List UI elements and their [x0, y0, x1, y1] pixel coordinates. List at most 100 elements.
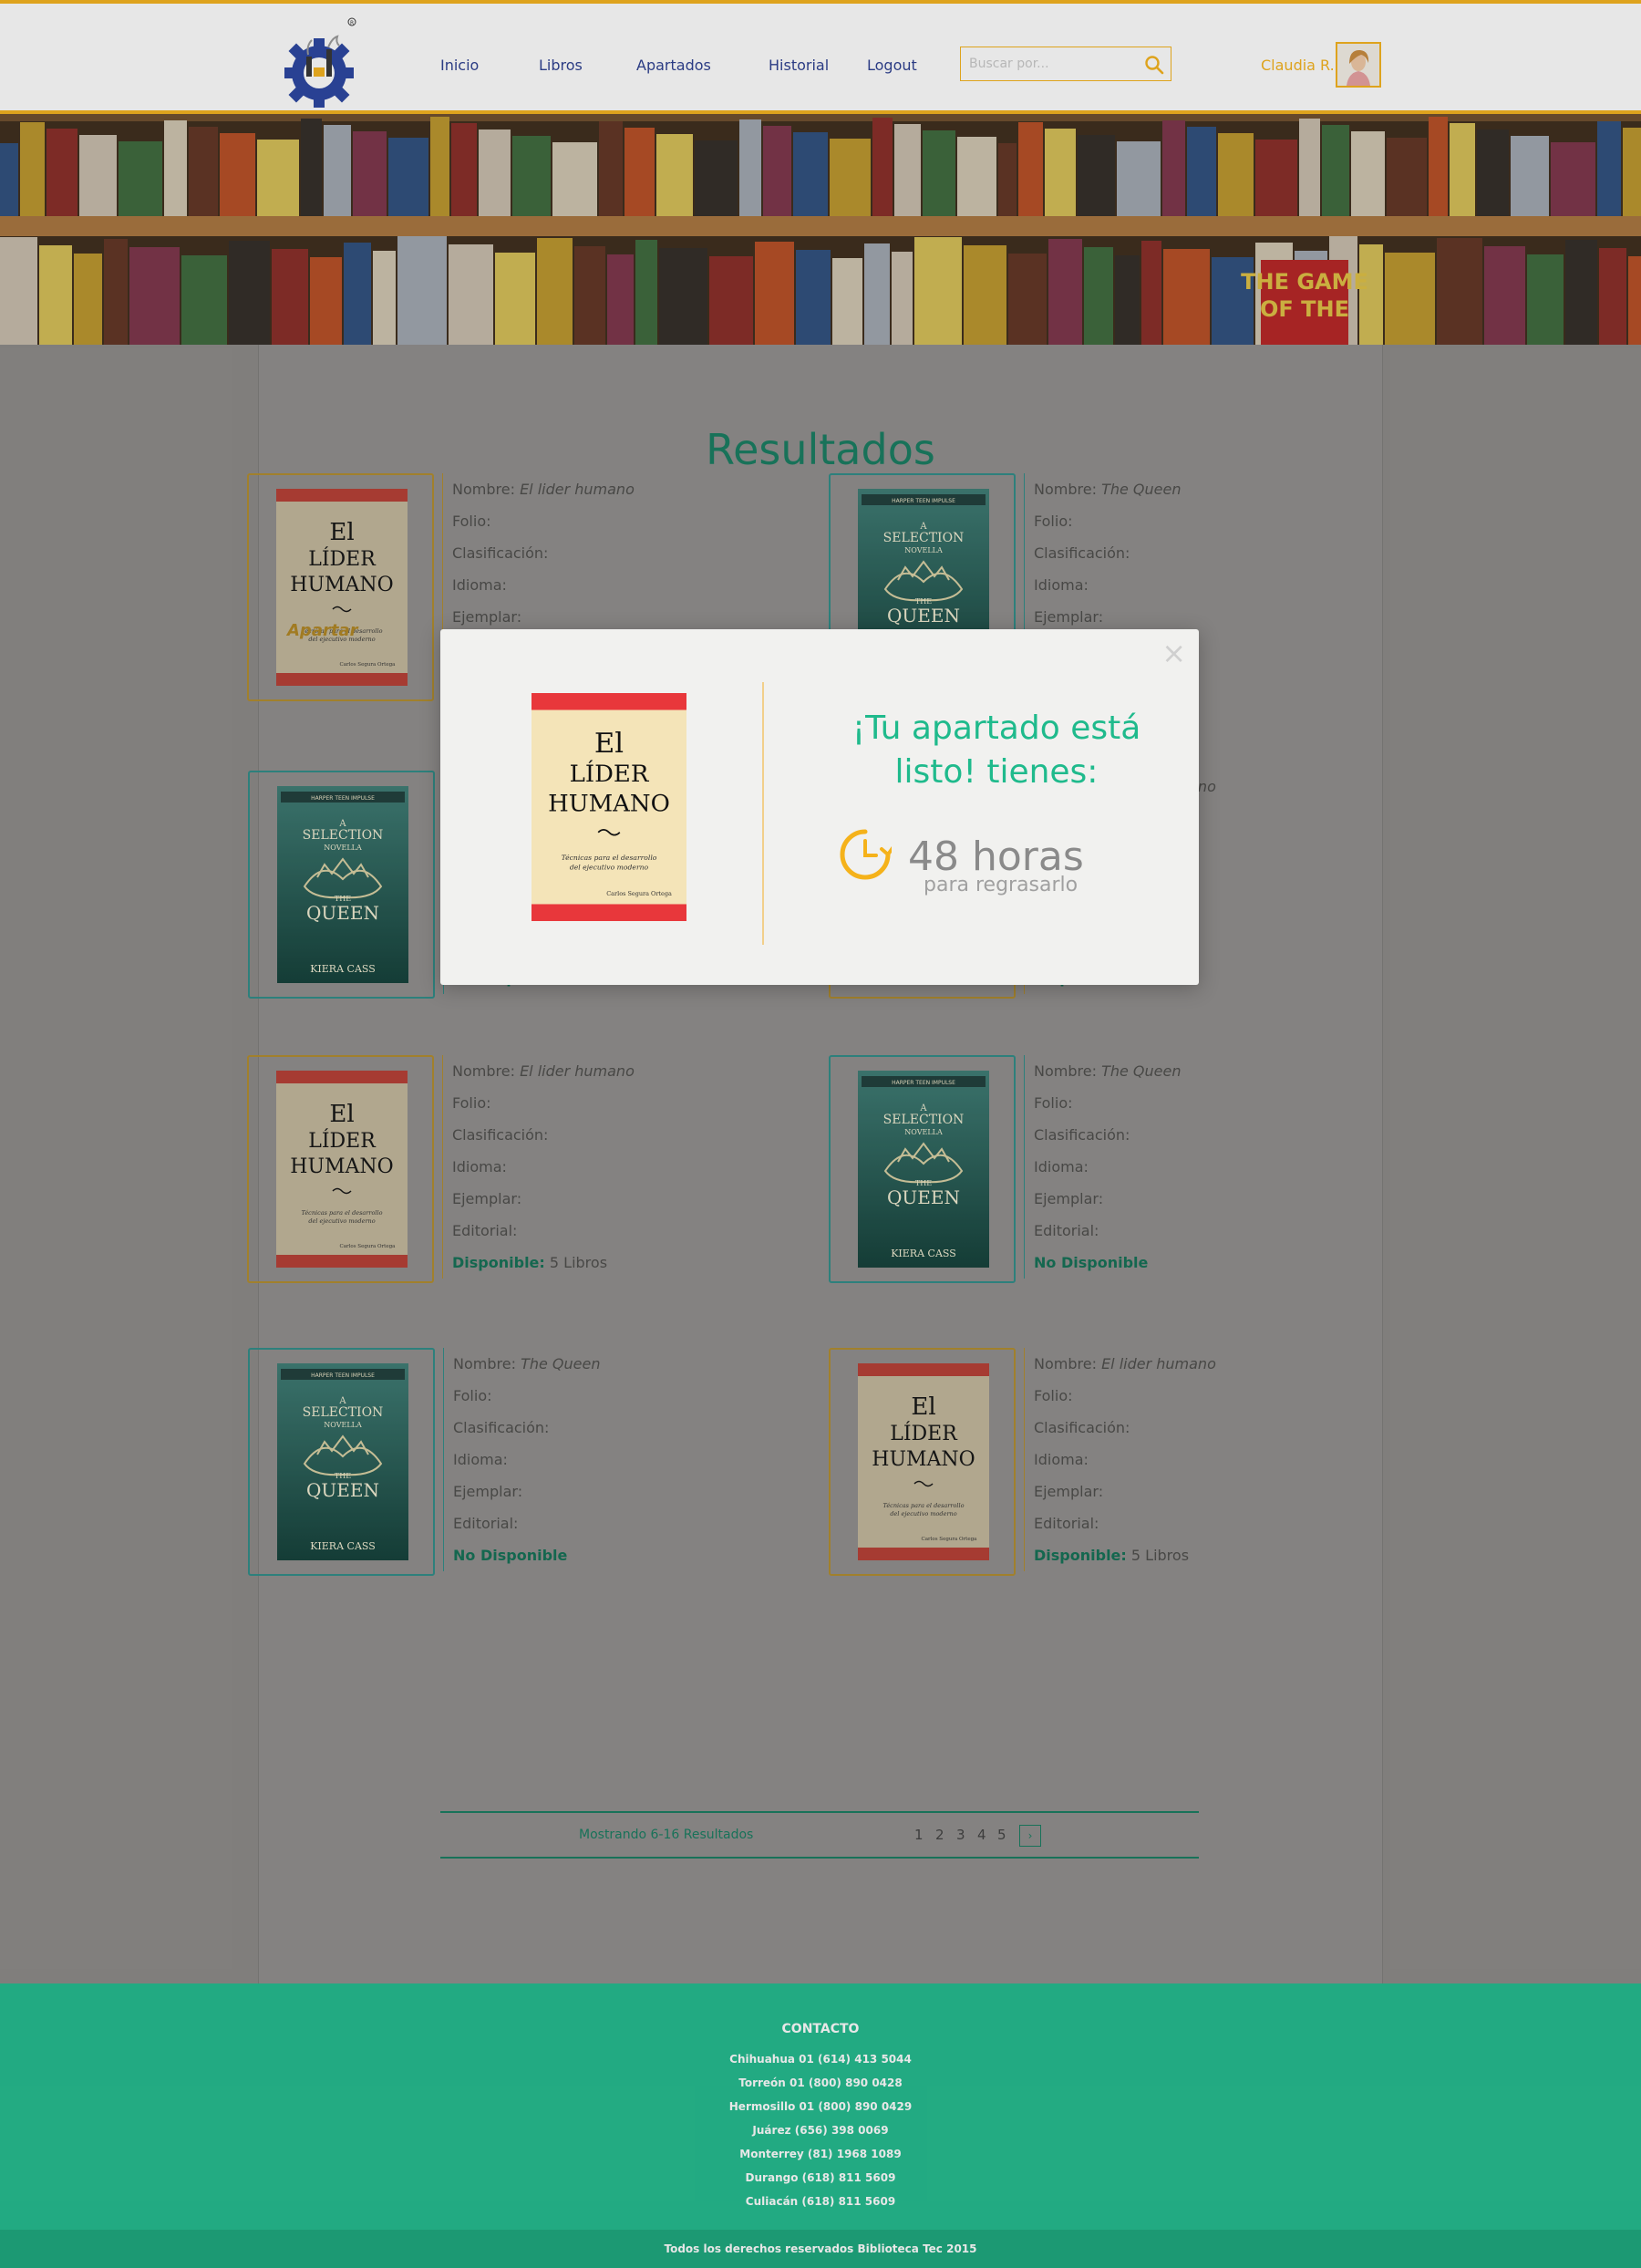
svg-text:HARPER TEEN IMPULSE: HARPER TEEN IMPULSE	[311, 795, 375, 802]
svg-text:del ejecutivo moderno: del ejecutivo moderno	[570, 863, 649, 871]
copyright: Todos los derechos reservados Biblioteca…	[0, 2230, 1641, 2268]
hero-banner: THE GAME OF THE	[0, 114, 1641, 345]
book-status-row: No Disponible	[453, 1539, 671, 1571]
svg-text:KIERA CASS: KIERA CASS	[891, 1248, 956, 1259]
book-folio: Folio:	[1034, 1387, 1073, 1404]
book-name[interactable]: El lider humano	[520, 1062, 635, 1080]
book-cover-queen[interactable]: HARPER TEEN IMPULSEASELECTIONNOVELLATHEQ…	[277, 786, 408, 983]
book-cover-lider[interactable]: ElLÍDERHUMANOTécnicas para el desarrollo…	[858, 1363, 989, 1560]
search-input[interactable]	[961, 47, 1134, 80]
book-cover-queen[interactable]: HARPER TEEN IMPULSEASELECTIONNOVELLATHEQ…	[858, 1071, 989, 1268]
svg-text:El: El	[911, 1393, 935, 1421]
svg-text:KIERA CASS: KIERA CASS	[310, 1540, 376, 1552]
page-link-5[interactable]: 5	[997, 1827, 1006, 1843]
svg-text:LÍDER: LÍDER	[570, 759, 649, 788]
book-card[interactable]: HARPER TEEN IMPULSE A SELECTION NOVELLA THE Q…	[829, 1055, 1016, 1283]
book-status: Disponible:	[452, 1254, 545, 1271]
nav-historial[interactable]: Historial	[769, 57, 829, 74]
book-cover-lider[interactable]: ElLÍDERHUMANOTécnicas para el desarrollo…	[276, 489, 408, 686]
book-status: Disponible:	[1034, 1547, 1127, 1564]
book-card[interactable]: ElLÍDERHUMANOTécnicas para el desarrollo…	[829, 1348, 1016, 1576]
avatar[interactable]	[1336, 42, 1381, 88]
svg-text:El: El	[329, 519, 354, 546]
book-name[interactable]: El lider humano	[520, 481, 635, 498]
nav-logout[interactable]: Logout	[867, 57, 917, 74]
close-icon[interactable]: ×	[1161, 638, 1186, 668]
page-link-3[interactable]: 3	[956, 1827, 965, 1843]
book-status-row: No Disponible	[1034, 1247, 1252, 1279]
book-card[interactable]: ElLÍDERHUMANOTécnicas para el desarrollo…	[247, 473, 434, 701]
next-page-button[interactable]: ›	[1019, 1825, 1041, 1847]
svg-text:NOVELLA: NOVELLA	[324, 844, 362, 852]
book-clasificacion: Clasificación:	[1034, 1126, 1130, 1144]
top-header: R Inicio Libros Apartados Historial Logo…	[0, 0, 1641, 114]
user-name[interactable]: Claudia R.	[1261, 57, 1335, 74]
svg-text:El: El	[594, 728, 624, 760]
svg-text:SELECTION: SELECTION	[883, 1113, 965, 1127]
book-folio: Folio:	[452, 513, 491, 530]
svg-text:KIERA CASS: KIERA CASS	[310, 963, 376, 975]
modal-subtitle: para regrasarlo	[924, 874, 1079, 896]
book-idioma: Idioma:	[1034, 1158, 1089, 1175]
svg-text:del ejecutivo moderno: del ejecutivo moderno	[890, 1510, 956, 1517]
book-name-row: Nombre: El lider humano	[452, 481, 635, 498]
svg-text:Carlos Segura Ortega: Carlos Segura Ortega	[606, 890, 672, 897]
book-clasificacion: Clasificación:	[1034, 1419, 1130, 1436]
book-editorial: Editorial:	[453, 1515, 519, 1532]
page-link-2[interactable]: 2	[935, 1827, 944, 1843]
book-cover-lider[interactable]: ElLÍDERHUMANOTécnicas para el desarrollo…	[276, 1071, 408, 1268]
svg-text:HUMANO: HUMANO	[548, 791, 670, 818]
page-link-4[interactable]: 4	[977, 1827, 986, 1843]
apartar-badge[interactable]: Apartar	[287, 621, 357, 640]
footer-contact-line: Chihuahua 01 (614) 413 5044	[729, 2053, 912, 2066]
book-status-row: Disponible: 5 Libros	[452, 1247, 670, 1279]
book-name-row: Nombre: The Queen	[453, 1355, 601, 1372]
svg-text:QUEEN: QUEEN	[306, 1479, 379, 1501]
search-box	[960, 47, 1171, 81]
book-editorial: Editorial:	[1034, 1222, 1099, 1239]
svg-text:QUEEN: QUEEN	[887, 1186, 960, 1208]
book-name[interactable]: The Queen	[521, 1355, 600, 1372]
footer-title: CONTACTO	[781, 2022, 860, 2036]
book-name[interactable]: El lider humano	[1101, 1355, 1216, 1372]
footer-contact-line: Culiacán (618) 811 5609	[745, 2195, 896, 2208]
book-ejemplar: Ejemplar:	[1034, 1483, 1104, 1500]
book-ejemplar: Ejemplar:	[453, 1483, 523, 1500]
book-clasificacion: Clasificación:	[1034, 544, 1130, 562]
book-folio: Folio:	[1034, 513, 1073, 530]
book-name-row: Nombre: El lider humano	[1034, 1355, 1216, 1372]
modal-book-cover: El LÍDER HUMANO Técnicas para el desarro…	[532, 693, 686, 921]
svg-text:QUEEN: QUEEN	[306, 902, 379, 924]
svg-text:SELECTION: SELECTION	[303, 828, 384, 843]
svg-text:Técnicas para el desarrollo: Técnicas para el desarrollo	[302, 1209, 383, 1217]
logo-gear-icon[interactable]: R	[274, 11, 365, 113]
footer-contact-line: Durango (618) 811 5609	[745, 2171, 896, 2184]
search-icon[interactable]	[1143, 54, 1165, 76]
book-name[interactable]: The Queen	[1101, 481, 1181, 498]
svg-text:del ejecutivo moderno: del ejecutivo moderno	[308, 1217, 375, 1225]
nav-apartados[interactable]: Apartados	[636, 57, 711, 74]
page-title: Resultados	[706, 425, 935, 474]
book-card[interactable]: ElLÍDERHUMANOTécnicas para el desarrollo…	[247, 1055, 434, 1283]
svg-text:HUMANO: HUMANO	[290, 574, 393, 596]
book-folio: Folio:	[452, 1094, 491, 1112]
book-ejemplar: Ejemplar:	[1034, 608, 1104, 626]
svg-text:QUEEN: QUEEN	[887, 605, 960, 627]
book-cover-queen[interactable]: HARPER TEEN IMPULSEASELECTIONNOVELLATHEQ…	[277, 1363, 408, 1560]
nav-libros[interactable]: Libros	[539, 57, 583, 74]
book-clasificacion: Clasificación:	[453, 1419, 550, 1436]
book-card[interactable]: HARPER TEEN IMPULSE A SELECTION NOVELLA THE Q…	[248, 771, 435, 999]
svg-text:SELECTION: SELECTION	[883, 531, 965, 545]
book-name[interactable]: The Queen	[1101, 1062, 1181, 1080]
svg-text:NOVELLA: NOVELLA	[904, 546, 943, 554]
book-card[interactable]: HARPER TEEN IMPULSE A SELECTION NOVELLA THE Q…	[248, 1348, 435, 1576]
svg-text:Técnicas para el desarrollo: Técnicas para el desarrollo	[562, 854, 657, 862]
pagination-label: Mostrando 6-16 Resultados	[579, 1828, 754, 1842]
page-link-1[interactable]: 1	[914, 1827, 924, 1843]
svg-text:Técnicas para el desarrollo: Técnicas para el desarrollo	[883, 1502, 965, 1509]
svg-text:LÍDER: LÍDER	[308, 1128, 377, 1153]
book-name-row: Nombre: The Queen	[1034, 1062, 1182, 1080]
clock-icon	[839, 828, 894, 881]
footer-contact-line: Torreón 01 (800) 890 0428	[738, 2076, 903, 2089]
nav-inicio[interactable]: Inicio	[440, 57, 479, 74]
